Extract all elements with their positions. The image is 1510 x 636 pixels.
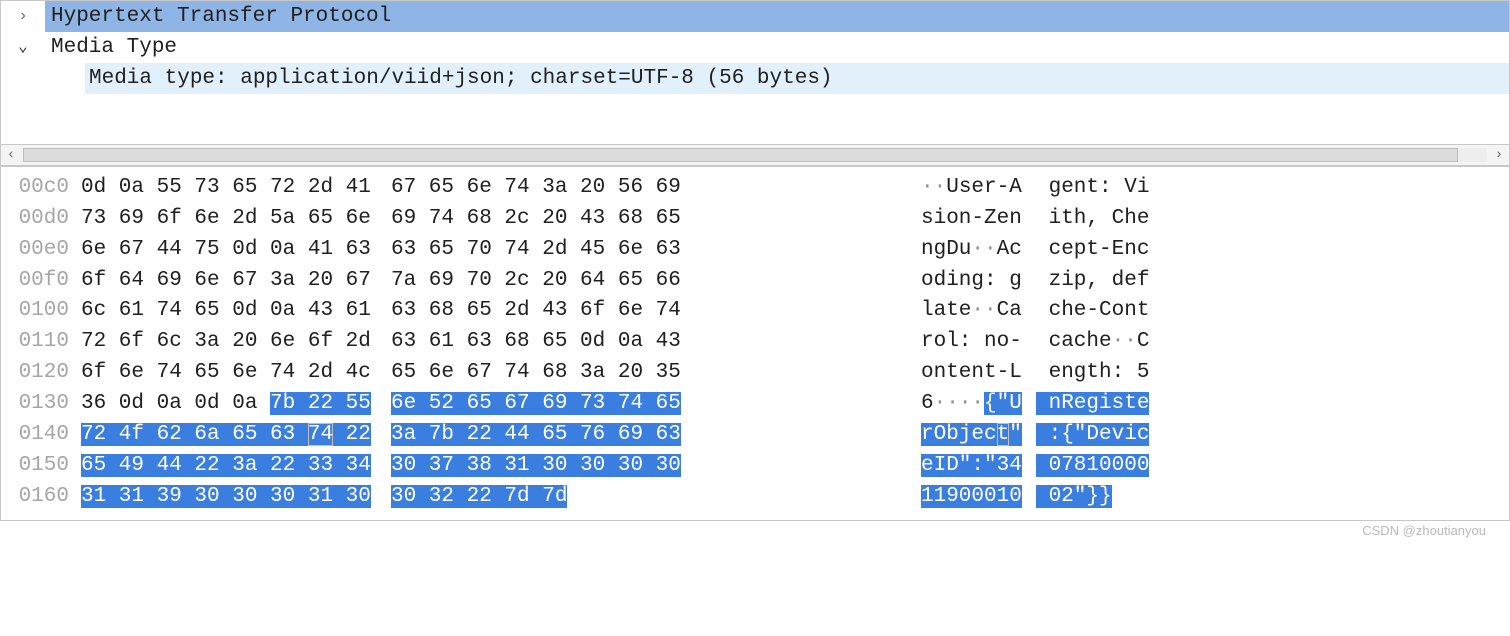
hex-ascii-left: oding: g	[921, 266, 1036, 297]
hex-address: 00d0	[1, 204, 81, 235]
hex-bytes-right: 6e 52 65 67 69 73 74 65	[391, 389, 721, 420]
hex-bytes-left: 0d 0a 55 73 65 72 2d 41	[81, 173, 391, 204]
hex-cursor-ascii: t	[997, 423, 1010, 446]
hex-ascii-right: nRegiste	[1036, 389, 1509, 420]
hex-address: 0150	[1, 451, 81, 482]
tree-label-media-detail: Media type: application/viid+json; chars…	[85, 63, 1509, 94]
hex-bytes-left: 6e 67 44 75 0d 0a 41 63	[81, 235, 391, 266]
hex-ascii-right: :{"Devic	[1036, 420, 1509, 451]
hex-ascii-left: 6····{"U	[921, 389, 1036, 420]
protocol-tree-panel: › Hypertext Transfer Protocol ⌄ Media Ty…	[0, 0, 1510, 166]
hex-bytes-right: 65 6e 67 74 68 3a 20 35	[391, 358, 721, 389]
hex-bytes-left: 6f 6e 74 65 6e 74 2d 4c	[81, 358, 391, 389]
hex-ascii-left: sion-Zen	[921, 204, 1036, 235]
hex-cursor-byte: 74	[308, 423, 333, 446]
hex-row[interactable]: 00f0 6f 64 69 6e 67 3a 20 67 7a 69 70 2c…	[1, 266, 1509, 297]
hex-dump-panel[interactable]: 00c0 0d 0a 55 73 65 72 2d 41 67 65 6e 74…	[0, 166, 1510, 521]
hex-bytes-right: 63 65 70 74 2d 45 6e 63	[391, 235, 721, 266]
hex-ascii-left: ··User-A	[921, 173, 1036, 204]
hex-ascii-left: ontent-L	[921, 358, 1036, 389]
hex-ascii-right: ength: 5	[1036, 358, 1509, 389]
hex-bytes-right: 63 61 63 68 65 0d 0a 43	[391, 327, 721, 358]
hex-ascii-right: cache··C	[1036, 327, 1509, 358]
hex-address: 0140	[1, 420, 81, 451]
hex-address: 0100	[1, 296, 81, 327]
hex-bytes-right: 7a 69 70 2c 20 64 65 66	[391, 266, 721, 297]
scroll-right-icon[interactable]: ›	[1489, 147, 1509, 163]
hex-bytes-left: 65 49 44 22 3a 22 33 34	[81, 451, 391, 482]
hex-row[interactable]: 0160 31 31 39 30 30 30 31 30 30 32 22 7d…	[1, 482, 1509, 513]
hex-address: 00f0	[1, 266, 81, 297]
hex-row[interactable]: 00c0 0d 0a 55 73 65 72 2d 41 67 65 6e 74…	[1, 173, 1509, 204]
hex-row[interactable]: 0140 72 4f 62 6a 65 63 74 22 3a 7b 22 44…	[1, 420, 1509, 451]
hex-bytes-right: 67 65 6e 74 3a 20 56 69	[391, 173, 721, 204]
hex-row[interactable]: 0100 6c 61 74 65 0d 0a 43 61 63 68 65 2d…	[1, 296, 1509, 327]
hex-address: 00e0	[1, 235, 81, 266]
hex-bytes-right: 30 32 22 7d 7d	[391, 482, 721, 513]
hex-bytes-left: 31 31 39 30 30 30 31 30	[81, 482, 391, 513]
watermark-text: CSDN @zhoutianyou	[0, 521, 1510, 538]
hex-bytes-right: 3a 7b 22 44 65 76 69 63	[391, 420, 721, 451]
horizontal-scrollbar[interactable]: ‹ ›	[1, 144, 1509, 166]
scrollbar-thumb[interactable]	[23, 148, 1458, 162]
tree-label-media: Media Type	[45, 32, 1509, 63]
hex-ascii-left: 11900010	[921, 482, 1036, 513]
hex-bytes-left: 72 4f 62 6a 65 63 74 22	[81, 420, 391, 451]
hex-ascii-right: cept-Enc	[1036, 235, 1509, 266]
hex-ascii-right: 02"}}	[1036, 482, 1509, 513]
hex-ascii-left: late··Ca	[921, 296, 1036, 327]
hex-row[interactable]: 0120 6f 6e 74 65 6e 74 2d 4c 65 6e 67 74…	[1, 358, 1509, 389]
hex-bytes-left: 72 6f 6c 3a 20 6e 6f 2d	[81, 327, 391, 358]
hex-ascii-left: ngDu··Ac	[921, 235, 1036, 266]
tree-row-media-detail[interactable]: Media type: application/viid+json; chars…	[1, 63, 1509, 94]
hex-bytes-left: 6f 64 69 6e 67 3a 20 67	[81, 266, 391, 297]
hex-bytes-right: 30 37 38 31 30 30 30 30	[391, 451, 721, 482]
hex-bytes-left: 73 69 6f 6e 2d 5a 65 6e	[81, 204, 391, 235]
chevron-right-icon[interactable]: ›	[1, 1, 45, 32]
hex-row[interactable]: 0110 72 6f 6c 3a 20 6e 6f 2d 63 61 63 68…	[1, 327, 1509, 358]
hex-bytes-right: 63 68 65 2d 43 6f 6e 74	[391, 296, 721, 327]
hex-row[interactable]: 0130 36 0d 0a 0d 0a 7b 22 55 6e 52 65 67…	[1, 389, 1509, 420]
hex-address: 00c0	[1, 173, 81, 204]
hex-ascii-left: rol: no-	[921, 327, 1036, 358]
hex-ascii-right: ith, Che	[1036, 204, 1509, 235]
hex-ascii-left: rObject"	[921, 420, 1036, 451]
hex-bytes-left: 6c 61 74 65 0d 0a 43 61	[81, 296, 391, 327]
hex-row[interactable]: 0150 65 49 44 22 3a 22 33 34 30 37 38 31…	[1, 451, 1509, 482]
hex-row[interactable]: 00e0 6e 67 44 75 0d 0a 41 63 63 65 70 74…	[1, 235, 1509, 266]
hex-bytes-left: 36 0d 0a 0d 0a 7b 22 55	[81, 389, 391, 420]
tree-row-media-type[interactable]: ⌄ Media Type	[1, 32, 1509, 63]
hex-ascii-right: 07810000	[1036, 451, 1509, 482]
hex-ascii-right: che-Cont	[1036, 296, 1509, 327]
scroll-left-icon[interactable]: ‹	[1, 147, 21, 163]
chevron-down-icon[interactable]: ⌄	[1, 32, 45, 63]
hex-ascii-right: gent: Vi	[1036, 173, 1509, 204]
hex-address: 0120	[1, 358, 81, 389]
tree-row-http[interactable]: › Hypertext Transfer Protocol	[1, 1, 1509, 32]
hex-row[interactable]: 00d0 73 69 6f 6e 2d 5a 65 6e 69 74 68 2c…	[1, 204, 1509, 235]
hex-address: 0110	[1, 327, 81, 358]
hex-address: 0130	[1, 389, 81, 420]
tree-empty-space	[1, 94, 1509, 144]
tree-label-http: Hypertext Transfer Protocol	[45, 1, 1509, 32]
hex-bytes-right: 69 74 68 2c 20 43 68 65	[391, 204, 721, 235]
hex-address: 0160	[1, 482, 81, 513]
hex-ascii-left: eID":"34	[921, 451, 1036, 482]
hex-ascii-right: zip, def	[1036, 266, 1509, 297]
scrollbar-track[interactable]	[23, 148, 1487, 162]
